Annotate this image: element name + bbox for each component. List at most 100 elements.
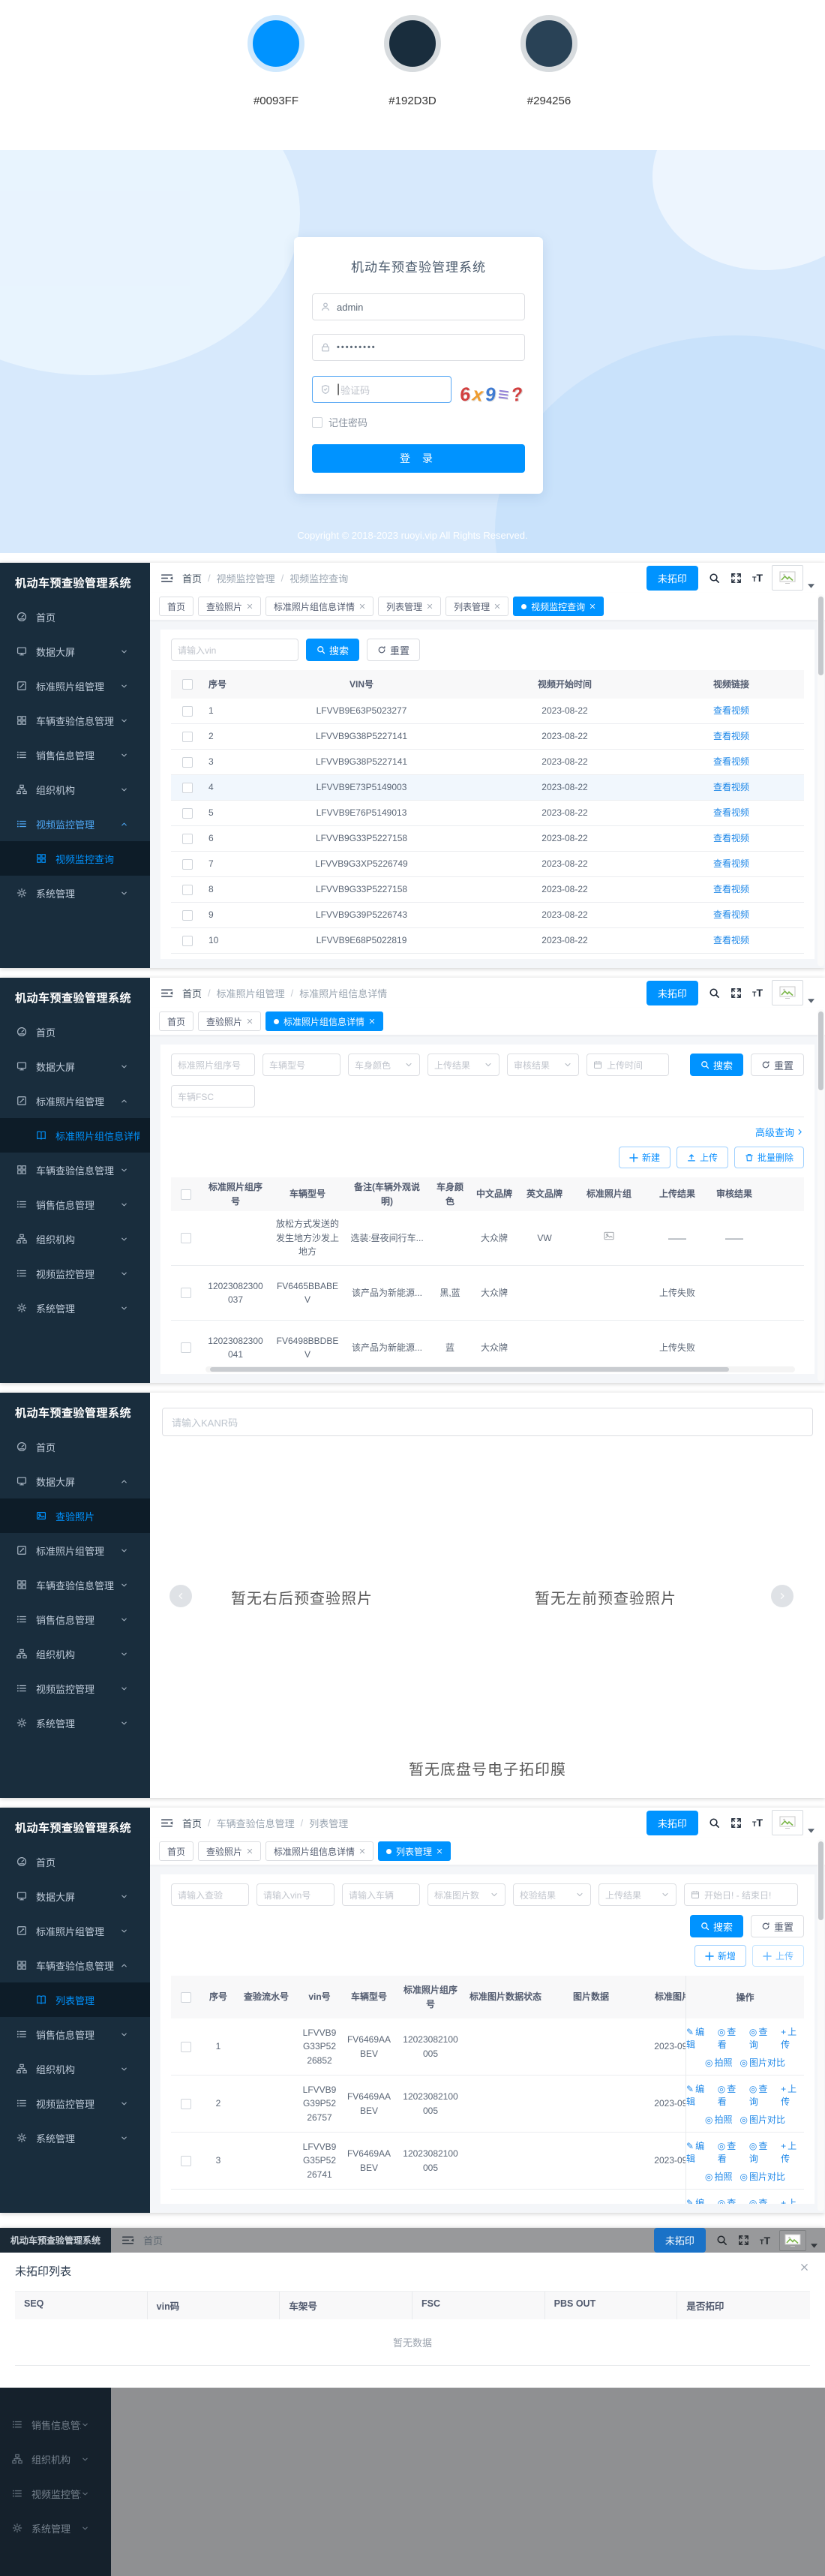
date-input[interactable]: 上传时间 (586, 1054, 669, 1076)
row-checkbox[interactable] (182, 783, 193, 793)
view-video-link[interactable]: 查看视频 (658, 930, 804, 951)
filter-select[interactable]: 上传结果 (598, 1883, 676, 1906)
sidebar-item[interactable]: 数据大屏 (0, 1464, 150, 1498)
caret-down-icon[interactable] (808, 1829, 814, 1833)
reset-button[interactable]: 重置 (751, 1915, 804, 1937)
date-input[interactable]: 开始日! - 结束日! (684, 1883, 798, 1906)
op-查看[interactable]: ◎查看 (718, 2196, 743, 2205)
search-button[interactable]: 搜索 (690, 1054, 743, 1076)
close-icon[interactable] (247, 603, 253, 609)
breadcrumb-item[interactable]: 首页 (182, 1816, 202, 1830)
row-checkbox[interactable] (182, 757, 193, 768)
row-checkbox[interactable] (181, 2156, 191, 2166)
sidebar-item[interactable]: 首页 (0, 1014, 150, 1049)
sidebar-item[interactable]: 系统管理 (0, 2121, 150, 2155)
remember-checkbox[interactable] (312, 417, 322, 428)
filter-select[interactable]: 标准图片数 (428, 1883, 506, 1906)
sidebar-item[interactable]: 系统管理 (0, 876, 150, 910)
fullscreen-icon[interactable] (738, 2235, 749, 2246)
sidebar-item[interactable]: 标准照片组信息详情 (0, 1118, 150, 1153)
sidebar-item[interactable]: 销售信息管理 (0, 738, 150, 772)
untraced-badge-button[interactable]: 未拓印 (654, 2228, 706, 2253)
menu-fold-icon[interactable] (160, 573, 173, 584)
tab-标准照片组信息详情[interactable]: 标准照片组信息详情 (266, 1011, 383, 1031)
view-video-link[interactable]: 查看视频 (658, 828, 804, 849)
sidebar-item[interactable]: 系统管理 (0, 1291, 150, 1325)
sidebar-item[interactable]: 销售信息管理 (0, 1187, 150, 1222)
上传-button[interactable]: 上传 (752, 1945, 804, 1967)
breadcrumb-item[interactable]: 视频监控管理 (217, 571, 275, 585)
reset-button[interactable]: 重置 (751, 1054, 804, 1076)
image-icon[interactable] (604, 1231, 614, 1241)
sidebar-item[interactable]: 组织机构 (0, 2051, 150, 2086)
sidebar-item[interactable]: 列表管理 (0, 1982, 150, 2017)
上传-button[interactable]: 上传 (676, 1147, 728, 1168)
sidebar-item[interactable]: 车辆查验信息管理 (0, 703, 150, 738)
close-icon[interactable] (247, 1018, 253, 1024)
sidebar-item[interactable]: 车辆查验信息管理 (0, 1153, 150, 1187)
sidebar-item[interactable]: 视频监控管理 (0, 1256, 150, 1291)
row-checkbox[interactable] (182, 859, 193, 870)
sidebar-item[interactable]: 组织机构 (0, 2442, 111, 2476)
view-video-link[interactable]: 查看视频 (658, 726, 804, 747)
filter-input[interactable]: 车辆FSC (171, 1085, 255, 1108)
filter-input[interactable]: 车辆型号 (262, 1054, 340, 1076)
row-checkbox[interactable] (182, 706, 193, 717)
advanced-query-link[interactable]: 高级查询 (755, 1125, 804, 1139)
sidebar-item[interactable]: 视频监控查询 (0, 841, 150, 876)
close-icon[interactable] (247, 1848, 253, 1854)
close-icon[interactable] (369, 1018, 375, 1024)
breadcrumb-item[interactable]: 视频监控查询 (290, 571, 348, 585)
font-size-icon[interactable]: TT (752, 1817, 763, 1829)
search-icon[interactable] (709, 1817, 720, 1829)
sidebar-item[interactable]: 系统管理 (0, 2511, 111, 2545)
tab-列表管理[interactable]: 列表管理 (446, 597, 508, 616)
sidebar-item[interactable]: 车辆查验信息管理 (0, 1568, 150, 1602)
sidebar-item[interactable]: 销售信息管理 (0, 1602, 150, 1637)
op-拍照[interactable]: ◎拍照 (705, 2056, 733, 2069)
carousel-prev-button[interactable] (170, 1585, 192, 1607)
sidebar-item[interactable]: 首页 (0, 600, 150, 634)
username-field[interactable]: admin (312, 293, 525, 320)
sidebar-item[interactable]: 销售信息管理 (0, 2017, 150, 2051)
user-avatar[interactable] (772, 565, 803, 591)
sidebar-item[interactable]: 视频监控管理 (0, 2086, 150, 2121)
op-图片对比[interactable]: ◎图片对比 (740, 2170, 786, 2183)
tab-查验照片[interactable]: 查验照片 (198, 1841, 261, 1861)
scrollbar-thumb[interactable] (210, 1367, 729, 1372)
filter-select[interactable]: 校验结果 (513, 1883, 591, 1906)
carousel-next-button[interactable] (771, 1585, 794, 1607)
批量删除-button[interactable]: 批量删除 (734, 1147, 804, 1168)
新增-button[interactable]: 新增 (694, 1945, 746, 1967)
font-size-icon[interactable]: TT (752, 572, 763, 584)
filter-input[interactable]: 请输入查验 (171, 1883, 249, 1906)
untraced-badge-button[interactable]: 未拓印 (646, 981, 698, 1005)
op-查询[interactable]: ◎查询 (749, 2196, 775, 2205)
close-icon[interactable] (800, 2263, 808, 2271)
fullscreen-icon[interactable] (730, 1817, 742, 1829)
search-button[interactable]: 搜索 (690, 1915, 743, 1937)
kanr-search-input[interactable]: 请输入KANR码 (162, 1408, 813, 1436)
tab-查验照片[interactable]: 查验照片 (198, 597, 261, 616)
untraced-badge-button[interactable]: 未拓印 (646, 566, 698, 591)
row-checkbox[interactable] (181, 1342, 191, 1353)
captcha-image[interactable]: 6x9≡? (458, 374, 525, 404)
menu-fold-icon[interactable] (160, 987, 173, 999)
row-checkbox[interactable] (182, 885, 193, 895)
user-avatar[interactable] (772, 1810, 803, 1835)
sidebar-item[interactable]: 组织机构 (0, 1222, 150, 1256)
sidebar-item[interactable]: 系统管理 (0, 1706, 150, 1740)
row-checkbox[interactable] (182, 732, 193, 742)
row-checkbox[interactable] (181, 2042, 191, 2052)
op-查询[interactable]: ◎查询 (749, 2082, 775, 2108)
filter-select[interactable]: 审核结果 (507, 1054, 579, 1076)
op-查询[interactable]: ◎查询 (749, 2025, 775, 2051)
row-checkbox[interactable] (182, 910, 193, 921)
filter-input[interactable]: 请输入vin号 (256, 1883, 334, 1906)
row-checkbox[interactable] (182, 808, 193, 819)
close-icon[interactable] (359, 603, 365, 609)
font-size-icon[interactable]: TT (752, 987, 763, 999)
op-图片对比[interactable]: ◎图片对比 (740, 2113, 786, 2126)
sidebar-item[interactable]: 首页 (0, 1429, 150, 1464)
breadcrumb-item[interactable]: 标准照片组信息详情 (299, 986, 387, 1000)
